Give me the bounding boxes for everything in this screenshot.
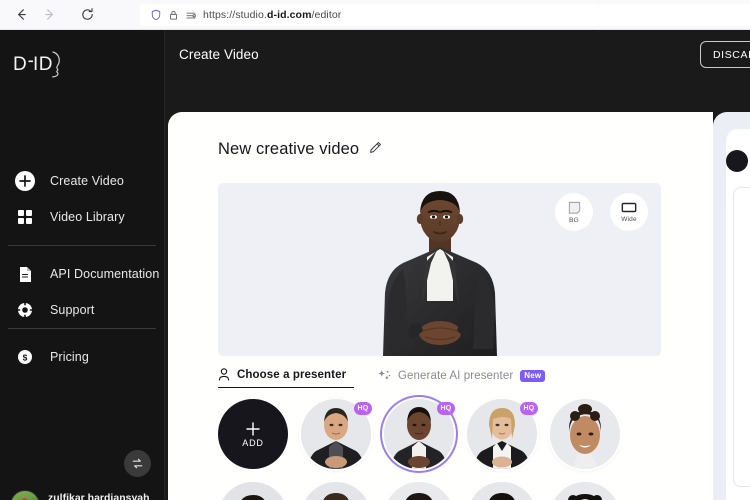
sidebar-item-api-documentation[interactable]: API Documentation (0, 256, 165, 292)
plus-circle-icon (14, 170, 36, 192)
url-text: https://studio.d-id.com/editor (203, 9, 341, 21)
presenter-cell: HQ (301, 399, 372, 469)
address-bar-trailing-space (600, 4, 750, 26)
sidebar-secondary-group: API Documentation Support (0, 256, 165, 328)
presenter-option[interactable] (550, 482, 620, 500)
forward-button[interactable] (36, 2, 62, 28)
sidebar-divider-1 (8, 245, 156, 246)
sidebar-user-menu[interactable]: zulfikar hardiansyah 19 credits left (10, 485, 160, 500)
sidebar-item-label: API Documentation (50, 267, 160, 281)
document-icon (14, 263, 36, 285)
background-button-label: BG (569, 217, 579, 224)
presenter-cell: HQ (384, 399, 455, 469)
d-id-logo[interactable]: D ID (12, 46, 68, 86)
page-title: Create Video (179, 47, 259, 62)
address-bar-icons (150, 9, 197, 21)
background-button[interactable]: BG (555, 193, 593, 231)
editor-panel: New creative video BG Wide Choose a pres… (168, 112, 713, 500)
right-side-panel (713, 112, 750, 500)
document-title-row: New creative video (218, 140, 382, 159)
presenter-cell (467, 482, 537, 500)
discard-button[interactable]: DISCARD (700, 41, 750, 68)
background-icon (568, 201, 580, 214)
sidebar-primary-group: Create Video Video Library (0, 163, 165, 235)
lifebuoy-icon (14, 299, 36, 321)
presenter-preview-image (382, 191, 497, 356)
lock-icon[interactable] (168, 9, 179, 21)
reader-mode-icon[interactable] (185, 9, 197, 21)
sidebar-item-label: Pricing (50, 350, 89, 364)
add-presenter-cell: ADD (218, 399, 288, 469)
aspect-ratio-button[interactable]: Wide (610, 193, 648, 231)
sidebar-item-label: Video Library (50, 210, 125, 224)
right-panel-avatar[interactable] (726, 150, 748, 172)
presenter-cell (218, 482, 288, 500)
right-panel-card (733, 187, 750, 487)
reload-icon (81, 8, 93, 20)
sidebar-tertiary-group: $ Pricing (0, 339, 165, 375)
app-window: D ID Create Video Video Library API Docu… (0, 30, 750, 500)
avatar (10, 490, 40, 500)
presenter-cell: HQ (467, 399, 538, 469)
tab-label: Choose a presenter (237, 368, 347, 381)
video-preview[interactable]: BG Wide (218, 183, 661, 356)
presenter-option[interactable] (467, 482, 537, 500)
sidebar-collapse-button[interactable] (124, 450, 151, 477)
shield-icon[interactable] (150, 9, 162, 21)
tab-label: Generate AI presenter (398, 369, 514, 382)
user-name: zulfikar hardiansyah (48, 491, 150, 500)
add-presenter-label: ADD (242, 437, 264, 448)
add-presenter-button[interactable]: ADD (218, 399, 288, 469)
presenter-cell (301, 482, 371, 500)
status-badge: New (520, 369, 546, 382)
svg-text:$: $ (23, 353, 28, 363)
plus-icon (246, 421, 260, 436)
url-domain: d-id.com (266, 9, 312, 21)
browser-toolbar: https://studio.d-id.com/editor (0, 0, 750, 30)
tab-choose-a-presenter[interactable]: Choose a presenter (218, 368, 354, 388)
sidebar-item-label: Support (50, 303, 95, 317)
user-info: zulfikar hardiansyah 19 credits left (48, 492, 150, 500)
sidebar-item-pricing[interactable]: $ Pricing (0, 339, 165, 375)
presenter-option[interactable] (301, 482, 371, 500)
sidebar: D ID Create Video Video Library API Docu… (0, 30, 165, 500)
reload-button[interactable] (74, 2, 100, 28)
person-icon (218, 368, 230, 381)
tab-generate-ai-presenter[interactable]: Generate AI presenter New (378, 369, 546, 388)
presenter-tabs: Choose a presenter Generate AI presenter… (218, 368, 546, 388)
svg-text:ID: ID (33, 54, 53, 75)
sidebar-item-support[interactable]: Support (0, 292, 165, 328)
pencil-icon[interactable] (369, 141, 382, 159)
document-title: New creative video (218, 140, 360, 158)
presenter-grid: ADD HQ HQ HQ (218, 399, 661, 500)
arrow-right-icon (44, 9, 53, 20)
sidebar-item-label: Create Video (50, 174, 124, 188)
browser-nav-buttons (0, 2, 100, 28)
sidebar-item-create-video[interactable]: Create Video (0, 163, 165, 199)
app-header: Create Video DISCARD (165, 30, 750, 82)
aspect-ratio-button-label: Wide (621, 216, 637, 223)
presenter-cell (550, 399, 620, 469)
arrow-left-icon (17, 9, 26, 20)
hq-badge: HQ (354, 402, 372, 415)
hq-badge: HQ (520, 402, 538, 415)
url-suffix: /editor (311, 9, 342, 21)
address-bar[interactable]: https://studio.d-id.com/editor (140, 4, 600, 26)
back-button[interactable] (8, 2, 34, 28)
wide-frame-icon (621, 202, 637, 213)
presenter-cell (550, 482, 620, 500)
swap-arrows-icon (132, 458, 143, 469)
grid-icon (14, 206, 36, 228)
hq-badge: HQ (437, 402, 455, 415)
svg-text:D: D (13, 54, 27, 75)
presenter-option[interactable] (550, 399, 620, 469)
presenter-cell (384, 482, 454, 500)
sparkle-icon (378, 370, 391, 379)
dollar-circle-icon: $ (14, 346, 36, 368)
presenter-option[interactable] (384, 482, 454, 500)
sidebar-item-video-library[interactable]: Video Library (0, 199, 165, 235)
presenter-option[interactable] (218, 482, 288, 500)
url-prefix: https://studio. (203, 9, 267, 21)
sidebar-divider-2 (8, 328, 156, 329)
